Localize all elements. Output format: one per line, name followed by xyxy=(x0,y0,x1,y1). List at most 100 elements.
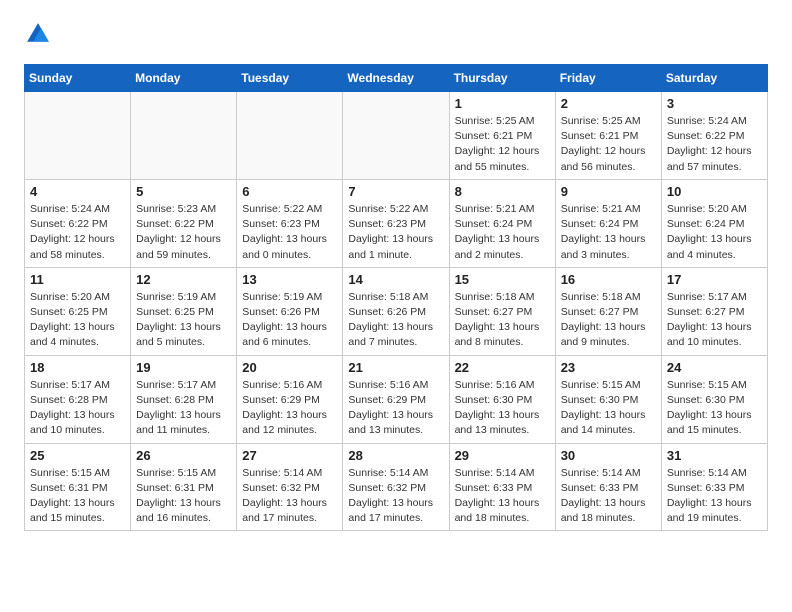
calendar-cell: 30 Sunrise: 5:14 AMSunset: 6:33 PMDayligh… xyxy=(555,443,661,531)
weekday-header-thursday: Thursday xyxy=(449,65,555,92)
calendar-cell: 16 Sunrise: 5:18 AMSunset: 6:27 PMDayligh… xyxy=(555,267,661,355)
calendar-cell: 27 Sunrise: 5:14 AMSunset: 6:32 PMDayligh… xyxy=(237,443,343,531)
day-number: 19 xyxy=(136,360,231,375)
calendar-cell: 2 Sunrise: 5:25 AMSunset: 6:21 PMDaylight… xyxy=(555,92,661,180)
logo xyxy=(24,20,56,48)
day-number: 30 xyxy=(561,448,656,463)
calendar-cell xyxy=(343,92,449,180)
day-info: Sunrise: 5:14 AMSunset: 6:33 PMDaylight:… xyxy=(561,466,656,527)
calendar-cell: 8 Sunrise: 5:21 AMSunset: 6:24 PMDaylight… xyxy=(449,179,555,267)
day-info: Sunrise: 5:21 AMSunset: 6:24 PMDaylight:… xyxy=(455,202,550,263)
calendar-week-5: 25 Sunrise: 5:15 AMSunset: 6:31 PMDayligh… xyxy=(25,443,768,531)
calendar-body: 1Sunrise: 5:25 AMSunset: 6:21 PMDaylight… xyxy=(25,92,768,531)
day-number: 22 xyxy=(455,360,550,375)
day-info: Sunrise: 5:15 AMSunset: 6:30 PMDaylight:… xyxy=(667,378,762,439)
day-info: Sunrise: 5:17 AMSunset: 6:28 PMDaylight:… xyxy=(30,378,125,439)
calendar-cell: 9 Sunrise: 5:21 AMSunset: 6:24 PMDaylight… xyxy=(555,179,661,267)
day-info: Sunrise: 5:21 AMSunset: 6:24 PMDaylight:… xyxy=(561,202,656,263)
day-info: Sunrise: 5:16 AMSunset: 6:29 PMDaylight:… xyxy=(242,378,337,439)
day-number: 23 xyxy=(561,360,656,375)
day-number: 24 xyxy=(667,360,762,375)
calendar-cell: 24 Sunrise: 5:15 AMSunset: 6:30 PMDayligh… xyxy=(661,355,767,443)
day-number: 26 xyxy=(136,448,231,463)
calendar-week-2: 4 Sunrise: 5:24 AMSunset: 6:22 PMDaylight… xyxy=(25,179,768,267)
day-info: Sunrise: 5:15 AMSunset: 6:30 PMDaylight:… xyxy=(561,378,656,439)
weekday-header-wednesday: Wednesday xyxy=(343,65,449,92)
calendar-cell: 3 Sunrise: 5:24 AMSunset: 6:22 PMDaylight… xyxy=(661,92,767,180)
day-number: 27 xyxy=(242,448,337,463)
day-info: Sunrise: 5:14 AMSunset: 6:32 PMDaylight:… xyxy=(242,466,337,527)
day-number: 4 xyxy=(30,184,125,199)
calendar-week-1: 1Sunrise: 5:25 AMSunset: 6:21 PMDaylight… xyxy=(25,92,768,180)
calendar-cell xyxy=(131,92,237,180)
weekday-header-saturday: Saturday xyxy=(661,65,767,92)
calendar-cell: 17 Sunrise: 5:17 AMSunset: 6:27 PMDayligh… xyxy=(661,267,767,355)
day-info: Sunrise: 5:20 AMSunset: 6:25 PMDaylight:… xyxy=(30,290,125,351)
calendar-cell: 11 Sunrise: 5:20 AMSunset: 6:25 PMDayligh… xyxy=(25,267,131,355)
day-number: 20 xyxy=(242,360,337,375)
day-number: 16 xyxy=(561,272,656,287)
day-number: 9 xyxy=(561,184,656,199)
day-number: 15 xyxy=(455,272,550,287)
day-number: 5 xyxy=(136,184,231,199)
day-info: Sunrise: 5:15 AMSunset: 6:31 PMDaylight:… xyxy=(136,466,231,527)
day-number: 13 xyxy=(242,272,337,287)
day-number: 14 xyxy=(348,272,443,287)
calendar-cell: 5 Sunrise: 5:23 AMSunset: 6:22 PMDaylight… xyxy=(131,179,237,267)
calendar-cell: 10 Sunrise: 5:20 AMSunset: 6:24 PMDayligh… xyxy=(661,179,767,267)
day-info: Sunrise: 5:17 AMSunset: 6:28 PMDaylight:… xyxy=(136,378,231,439)
day-info: Sunrise: 5:18 AMSunset: 6:27 PMDaylight:… xyxy=(455,290,550,351)
day-number: 11 xyxy=(30,272,125,287)
day-number: 29 xyxy=(455,448,550,463)
calendar-cell: 22 Sunrise: 5:16 AMSunset: 6:30 PMDayligh… xyxy=(449,355,555,443)
day-number: 2 xyxy=(561,96,656,111)
day-number: 7 xyxy=(348,184,443,199)
day-number: 28 xyxy=(348,448,443,463)
calendar-cell: 15 Sunrise: 5:18 AMSunset: 6:27 PMDayligh… xyxy=(449,267,555,355)
day-info: Sunrise: 5:24 AMSunset: 6:22 PMDaylight:… xyxy=(667,114,762,175)
calendar-cell: 20 Sunrise: 5:16 AMSunset: 6:29 PMDayligh… xyxy=(237,355,343,443)
calendar-cell: 6 Sunrise: 5:22 AMSunset: 6:23 PMDaylight… xyxy=(237,179,343,267)
calendar-header: SundayMondayTuesdayWednesdayThursdayFrid… xyxy=(25,65,768,92)
day-info: Sunrise: 5:17 AMSunset: 6:27 PMDaylight:… xyxy=(667,290,762,351)
weekday-header-friday: Friday xyxy=(555,65,661,92)
day-info: Sunrise: 5:22 AMSunset: 6:23 PMDaylight:… xyxy=(242,202,337,263)
day-info: Sunrise: 5:23 AMSunset: 6:22 PMDaylight:… xyxy=(136,202,231,263)
day-info: Sunrise: 5:14 AMSunset: 6:32 PMDaylight:… xyxy=(348,466,443,527)
day-number: 17 xyxy=(667,272,762,287)
day-number: 3 xyxy=(667,96,762,111)
day-number: 31 xyxy=(667,448,762,463)
weekday-header-monday: Monday xyxy=(131,65,237,92)
calendar-cell: 19 Sunrise: 5:17 AMSunset: 6:28 PMDayligh… xyxy=(131,355,237,443)
day-number: 6 xyxy=(242,184,337,199)
day-number: 10 xyxy=(667,184,762,199)
calendar-cell: 21Sunrise: 5:16 AMSunset: 6:29 PMDayligh… xyxy=(343,355,449,443)
calendar-table: SundayMondayTuesdayWednesdayThursdayFrid… xyxy=(24,64,768,531)
day-info: Sunrise: 5:24 AMSunset: 6:22 PMDaylight:… xyxy=(30,202,125,263)
weekday-header-tuesday: Tuesday xyxy=(237,65,343,92)
calendar-cell: 7 Sunrise: 5:22 AMSunset: 6:23 PMDaylight… xyxy=(343,179,449,267)
day-number: 8 xyxy=(455,184,550,199)
day-info: Sunrise: 5:14 AMSunset: 6:33 PMDaylight:… xyxy=(667,466,762,527)
calendar-week-4: 18Sunrise: 5:17 AMSunset: 6:28 PMDayligh… xyxy=(25,355,768,443)
calendar-cell: 29 Sunrise: 5:14 AMSunset: 6:33 PMDayligh… xyxy=(449,443,555,531)
header xyxy=(24,20,768,48)
calendar-cell: 23 Sunrise: 5:15 AMSunset: 6:30 PMDayligh… xyxy=(555,355,661,443)
calendar-cell: 12Sunrise: 5:19 AMSunset: 6:25 PMDayligh… xyxy=(131,267,237,355)
day-info: Sunrise: 5:22 AMSunset: 6:23 PMDaylight:… xyxy=(348,202,443,263)
calendar-cell: 28 Sunrise: 5:14 AMSunset: 6:32 PMDayligh… xyxy=(343,443,449,531)
calendar-cell: 14Sunrise: 5:18 AMSunset: 6:26 PMDayligh… xyxy=(343,267,449,355)
calendar-cell xyxy=(25,92,131,180)
day-info: Sunrise: 5:16 AMSunset: 6:29 PMDaylight:… xyxy=(348,378,443,439)
day-info: Sunrise: 5:14 AMSunset: 6:33 PMDaylight:… xyxy=(455,466,550,527)
weekday-header-sunday: Sunday xyxy=(25,65,131,92)
calendar-cell xyxy=(237,92,343,180)
day-number: 25 xyxy=(30,448,125,463)
day-info: Sunrise: 5:25 AMSunset: 6:21 PMDaylight:… xyxy=(455,114,550,175)
day-info: Sunrise: 5:18 AMSunset: 6:27 PMDaylight:… xyxy=(561,290,656,351)
day-info: Sunrise: 5:25 AMSunset: 6:21 PMDaylight:… xyxy=(561,114,656,175)
day-info: Sunrise: 5:15 AMSunset: 6:31 PMDaylight:… xyxy=(30,466,125,527)
day-info: Sunrise: 5:20 AMSunset: 6:24 PMDaylight:… xyxy=(667,202,762,263)
day-info: Sunrise: 5:16 AMSunset: 6:30 PMDaylight:… xyxy=(455,378,550,439)
logo-icon xyxy=(24,20,52,48)
